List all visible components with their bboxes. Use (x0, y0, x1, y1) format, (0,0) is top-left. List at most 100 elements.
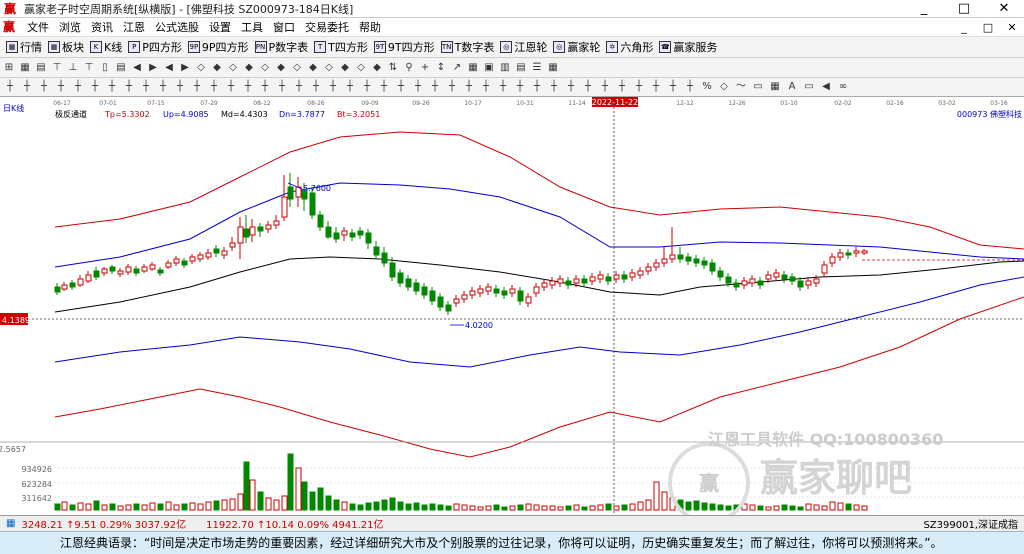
toolbar-service-button[interactable]: ☎ 赢家服务 (659, 39, 717, 55)
draw-tool-33-icon[interactable]: ☰ (530, 61, 544, 75)
line-tool-36-icon[interactable]: ┼ (615, 80, 629, 94)
draw-tool-31-icon[interactable]: ▥ (498, 61, 512, 75)
line-tool-30-icon[interactable]: ┼ (513, 80, 527, 94)
toolbar-t-square-button[interactable]: T T四方形 (314, 39, 368, 55)
line-tool-3-icon[interactable]: ┼ (54, 80, 68, 94)
mdi-restore-button[interactable]: □ (976, 21, 1000, 34)
draw-tool-30-icon[interactable]: ▣ (482, 61, 496, 75)
sh-index-status[interactable]: 3248.21 ↑9.51 0.29% 3037.92亿 (21, 516, 186, 531)
draw-tool-29-icon[interactable]: ▦ (466, 61, 480, 75)
line-tool-26-icon[interactable]: ┼ (445, 80, 459, 94)
draw-tool-7-icon[interactable]: ▤ (114, 61, 128, 75)
line-tool-0-icon[interactable]: ┼ (3, 80, 17, 94)
draw-tool-26-icon[interactable]: + (418, 61, 432, 75)
draw-tool-10-icon[interactable]: ◀ (162, 61, 176, 75)
sz-code-status[interactable]: SZ399001,深证成指 (923, 516, 1018, 531)
draw-tool-32-icon[interactable]: ▤ (514, 61, 528, 75)
menu-trade[interactable]: 交易委托 (300, 19, 354, 35)
line-tool-33-icon[interactable]: ┼ (564, 80, 578, 94)
line-tool-34-icon[interactable]: ┼ (581, 80, 595, 94)
menu-window[interactable]: 窗口 (268, 19, 300, 35)
line-tool-38-icon[interactable]: ┼ (649, 80, 663, 94)
line-tool-29-icon[interactable]: ┼ (496, 80, 510, 94)
menu-settings[interactable]: 设置 (204, 19, 236, 35)
line-tool-2-icon[interactable]: ┼ (37, 80, 51, 94)
toolbar-9t-square-button[interactable]: 9T 9T四方形 (373, 39, 435, 55)
draw-tool-18-icon[interactable]: ◇ (290, 61, 304, 75)
draw-tool-4-icon[interactable]: ⊥ (66, 61, 80, 75)
line-tool-37-icon[interactable]: ┼ (632, 80, 646, 94)
menu-info[interactable]: 资讯 (86, 19, 118, 35)
line-tool-47-icon[interactable]: ▭ (802, 80, 816, 94)
draw-tool-3-icon[interactable]: ⊤ (50, 61, 64, 75)
draw-tool-1-icon[interactable]: ▦ (18, 61, 32, 75)
line-tool-10-icon[interactable]: ┼ (173, 80, 187, 94)
menu-browse[interactable]: 浏览 (54, 19, 86, 35)
draw-tool-12-icon[interactable]: ◇ (194, 61, 208, 75)
draw-tool-2-icon[interactable]: ▤ (34, 61, 48, 75)
toolbar-p-square-button[interactable]: P P四方形 (128, 39, 182, 55)
line-tool-32-icon[interactable]: ┼ (547, 80, 561, 94)
draw-tool-14-icon[interactable]: ◇ (226, 61, 240, 75)
line-tool-7-icon[interactable]: ┼ (122, 80, 136, 94)
line-tool-25-icon[interactable]: ┼ (428, 80, 442, 94)
draw-tool-20-icon[interactable]: ◇ (322, 61, 336, 75)
toolbar-t-table-button[interactable]: TN T数字表 (440, 39, 494, 55)
toolbar-winner-wheel-button[interactable]: ◎ 赢家轮 (553, 39, 600, 55)
line-tool-16-icon[interactable]: ┼ (275, 80, 289, 94)
menu-formula[interactable]: 公式选股 (150, 19, 204, 35)
draw-tool-0-icon[interactable]: ⊞ (2, 61, 16, 75)
toolbar-9p-square-button[interactable]: 9P 9P四方形 (187, 39, 249, 55)
draw-tool-27-icon[interactable]: ↕ (434, 61, 448, 75)
line-tool-19-icon[interactable]: ┼ (326, 80, 340, 94)
draw-tool-13-icon[interactable]: ◆ (210, 61, 224, 75)
draw-tool-23-icon[interactable]: ◆ (370, 61, 384, 75)
line-tool-44-icon[interactable]: ▭ (751, 80, 765, 94)
kline-chart-panel[interactable]: 06-17 07-01 07-15 07-29 08-12 08-26 09-09 09-26… (0, 97, 1024, 524)
line-tool-42-icon[interactable]: ◇ (717, 80, 731, 94)
line-tool-6-icon[interactable]: ┼ (105, 80, 119, 94)
line-tool-48-icon[interactable]: ◀ (819, 80, 833, 94)
draw-tool-8-icon[interactable]: ◀ (130, 61, 144, 75)
draw-tool-5-icon[interactable]: ⊤ (82, 61, 96, 75)
line-tool-14-icon[interactable]: ┼ (241, 80, 255, 94)
line-tool-46-icon[interactable]: A (785, 80, 799, 94)
line-tool-5-icon[interactable]: ┼ (88, 80, 102, 94)
menu-file[interactable]: 文件 (22, 19, 54, 35)
line-tool-18-icon[interactable]: ┼ (309, 80, 323, 94)
line-tool-41-icon[interactable]: % (700, 80, 714, 94)
draw-tool-11-icon[interactable]: ▶ (178, 61, 192, 75)
toolbar-sector-button[interactable]: ▦ 板块 (48, 39, 84, 55)
close-button[interactable]: ✕ (984, 0, 1024, 18)
line-tool-45-icon[interactable]: ▦ (768, 80, 782, 94)
line-tool-12-icon[interactable]: ┼ (207, 80, 221, 94)
draw-tool-22-icon[interactable]: ◇ (354, 61, 368, 75)
line-tool-4-icon[interactable]: ┼ (71, 80, 85, 94)
mdi-minimize-button[interactable]: _ (952, 21, 976, 34)
line-tool-23-icon[interactable]: ┼ (394, 80, 408, 94)
toolbar-kline-button[interactable]: K K线 (90, 39, 122, 55)
line-tool-17-icon[interactable]: ┼ (292, 80, 306, 94)
draw-tool-19-icon[interactable]: ◆ (306, 61, 320, 75)
line-tool-11-icon[interactable]: ┼ (190, 80, 204, 94)
app-menu-icon[interactable]: 赢 (3, 20, 19, 34)
draw-tool-24-icon[interactable]: ⇅ (386, 61, 400, 75)
line-tool-13-icon[interactable]: ┼ (224, 80, 238, 94)
draw-tool-15-icon[interactable]: ◆ (242, 61, 256, 75)
line-tool-49-icon[interactable]: ∞ (836, 80, 850, 94)
maximize-button[interactable]: □ (944, 0, 984, 18)
draw-tool-34-icon[interactable]: ▦ (546, 61, 560, 75)
menu-tools[interactable]: 工具 (236, 19, 268, 35)
toolbar-hexagon-button[interactable]: ✡ 六角形 (606, 39, 653, 55)
menu-gann[interactable]: 江恩 (118, 19, 150, 35)
line-tool-8-icon[interactable]: ┼ (139, 80, 153, 94)
draw-tool-21-icon[interactable]: ◆ (338, 61, 352, 75)
line-tool-21-icon[interactable]: ┼ (360, 80, 374, 94)
line-tool-22-icon[interactable]: ┼ (377, 80, 391, 94)
line-tool-39-icon[interactable]: ┼ (666, 80, 680, 94)
line-tool-31-icon[interactable]: ┼ (530, 80, 544, 94)
line-tool-43-icon[interactable]: 〜 (734, 80, 748, 94)
line-tool-15-icon[interactable]: ┼ (258, 80, 272, 94)
line-tool-27-icon[interactable]: ┼ (462, 80, 476, 94)
toolbar-gann-wheel-button[interactable]: ◎ 江恩轮 (500, 39, 547, 55)
